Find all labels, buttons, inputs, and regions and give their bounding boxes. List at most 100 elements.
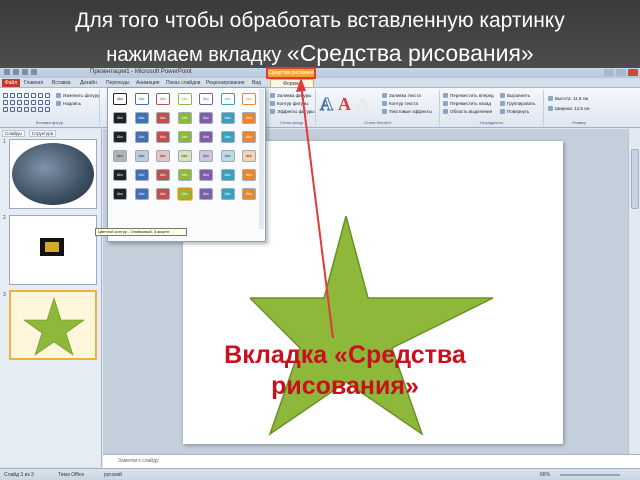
gallery-scrollbar[interactable] [259,89,264,229]
notes-pane[interactable]: Заметки к слайду [103,454,640,468]
selection-pane-button[interactable]: Область выделения [443,109,492,115]
star-shape[interactable] [250,216,496,436]
wordart-style-swatch[interactable]: Abc [113,93,127,105]
group-button[interactable]: Группировать [500,101,535,107]
tab-file[interactable]: Файл [2,79,20,87]
save-icon[interactable] [13,69,19,75]
tab-animation[interactable]: Анимация [136,79,159,87]
minimize-button[interactable] [604,69,614,76]
tab-review[interactable]: Рецензирование [206,79,245,87]
wordart-style-swatch[interactable]: Abc [199,188,213,200]
slide-caption: Для того чтобы обработать вставленную ка… [0,0,640,68]
wordart-style-3[interactable]: A [356,94,369,115]
tab-insert[interactable]: Вставка [52,79,71,87]
text-outline-button[interactable]: Контур текста [382,101,418,107]
wordart-style-swatch[interactable]: Abc [177,169,192,181]
wordart-style-1[interactable]: A [320,94,334,115]
close-button[interactable] [628,69,638,76]
rotate-button[interactable]: Повернуть [500,109,529,115]
shape-fill-button[interactable]: Заливка фигуры [270,93,311,99]
align-button[interactable]: Выровнять [500,93,530,99]
wordart-style-swatch[interactable]: Abc [134,188,149,200]
wordart-style-swatch[interactable]: Abc [242,112,256,124]
wordart-style-swatch[interactable]: Abc [156,169,170,181]
wordart-style-swatch[interactable]: Abc [134,93,149,105]
tab-design[interactable]: Дизайн [80,79,97,87]
wordart-style-swatch[interactable]: Abc [242,150,256,162]
slide-thumbnail-2[interactable] [9,215,97,285]
redo-icon[interactable] [31,69,37,75]
tab-outline[interactable]: Структура [28,130,57,137]
wordart-style-swatch[interactable]: Abc [199,131,213,143]
zoom-level[interactable]: 66% [540,472,550,478]
change-shape-button[interactable]: Изменить фигуру [56,93,99,99]
shape-effects-button[interactable]: Эффекты фигуры [270,109,315,115]
wordart-style-swatch[interactable]: Abc [220,169,235,181]
undo-icon[interactable] [22,69,28,75]
wordart-style-swatch[interactable]: Abc [220,150,235,162]
shapes-palette[interactable] [3,93,50,113]
bring-forward-button[interactable]: Переместить вперед [443,93,494,99]
wordart-style-swatch[interactable]: Abc [220,188,235,200]
wordart-style-swatch[interactable]: Abc [177,112,192,124]
height-field[interactable]: Высота: 11,9 см [548,96,588,102]
maximize-button[interactable] [616,69,626,76]
wordart-style-swatch[interactable]: Abc [220,112,235,124]
wordart-style-swatch[interactable]: Abc [242,93,256,105]
wordart-style-swatch[interactable]: Abc [156,131,170,143]
text-box-button[interactable]: Надпись [56,101,81,107]
wordart-style-swatch[interactable]: Abc [134,131,149,143]
wordart-style-swatch[interactable]: Abc [113,131,127,143]
tab-slideshow[interactable]: Показ слайдов [166,79,200,87]
wordart-gallery: Abc Abc Abc Abc Abc Abc Abc Abc Abc Abc Abc Abc Abc A… [107,87,266,242]
wordart-style-swatch[interactable]: Abc [156,112,170,124]
wordart-style-swatch[interactable]: Abc [113,169,127,181]
wordart-style-swatch[interactable]: Abc [156,188,170,200]
slide-thumbnail-1[interactable] [9,139,97,209]
send-backward-button[interactable]: Переместить назад [443,101,491,107]
tab-transitions[interactable]: Переходы [106,79,129,87]
slide-number: 2 [3,215,6,221]
vertical-scrollbar[interactable] [628,129,640,454]
tab-view[interactable]: Вид [252,79,261,87]
tab-home[interactable]: Главная [24,79,43,87]
group-label: Вставка фигур [35,120,64,125]
wordart-style-swatch[interactable]: Abc [199,112,213,124]
slide-thumbnail-3[interactable] [9,290,97,360]
tab-format[interactable]: Формат [270,79,314,87]
shape-outline-button[interactable]: Контур фигуры [270,101,308,107]
wordart-style-swatch[interactable]: Abc [134,150,149,162]
wordart-style-swatch[interactable]: Abc [242,188,256,200]
wordart-style-swatch[interactable]: Abc [113,112,127,124]
wordart-style-swatch[interactable]: Abc [134,112,149,124]
text-effects-button[interactable]: Текстовые эффекты [382,109,432,115]
wordart-style-swatch[interactable]: Abc [156,150,170,162]
tab-slides[interactable]: Слайды [2,130,25,137]
wordart-style-swatch[interactable]: Abc [220,131,235,143]
wordart-style-swatch[interactable]: Abc [113,150,127,162]
wordart-style-swatch[interactable]: Abc [113,188,127,200]
language-indicator[interactable]: русский [104,472,122,478]
wordart-style-swatch[interactable]: Abc [177,188,192,200]
width-field[interactable]: Ширина: 12,5 см [548,106,590,112]
wordart-style-swatch[interactable]: Abc [242,131,256,143]
wordart-style-swatch[interactable]: Abc [177,150,192,162]
wordart-style-swatch[interactable]: Abc [199,93,213,105]
wordart-style-swatch[interactable]: Abc [134,169,149,181]
wordart-style-swatch[interactable]: Abc [199,150,213,162]
wordart-style-swatch[interactable]: Abc [177,131,192,143]
wordart-style-swatch[interactable]: Abc [177,93,192,105]
wordart-style-2[interactable]: A [338,94,351,115]
app-icon[interactable] [4,69,10,75]
group-label: Стили WordArt [363,120,392,125]
wordart-style-swatch[interactable]: Abc [156,93,170,105]
wordart-style-swatch[interactable]: Abc [220,93,235,105]
ribbon-tabs: Файл Главная Вставка Дизайн Переходы Ани… [0,78,640,88]
zoom-slider[interactable] [560,474,620,476]
group-label: Упорядочить [479,120,504,125]
wordart-style-swatch[interactable]: Abc [242,169,256,181]
wordart-style-swatch[interactable]: Abc [199,169,213,181]
text-fill-button[interactable]: Заливка текста [382,93,421,99]
scroll-thumb[interactable] [631,149,639,209]
ribbon: Изменить фигуру Надпись Вставка фигур За… [0,88,640,128]
